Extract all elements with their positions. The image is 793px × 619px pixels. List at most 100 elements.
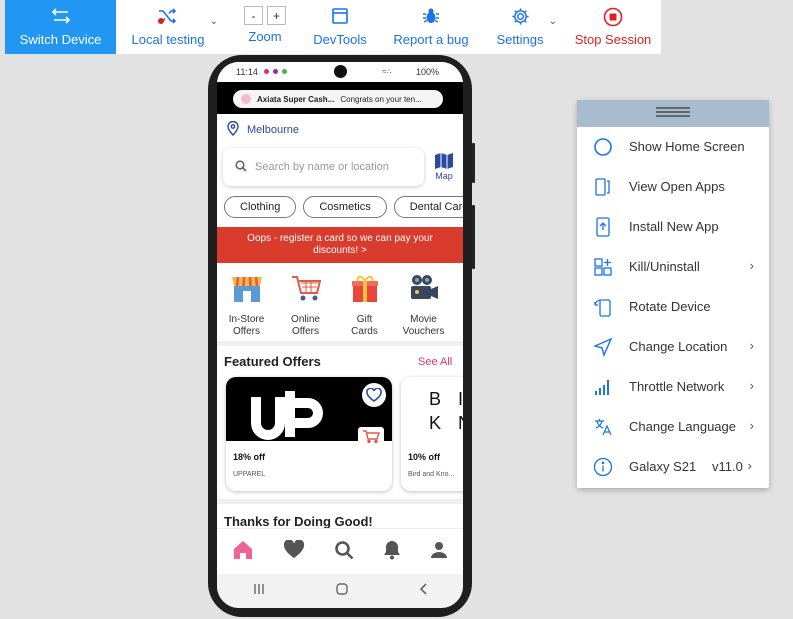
menu-item-kill-uninstall[interactable]: Kill/Uninstall ›: [577, 247, 769, 287]
offer-card-bird-and-knoll[interactable]: B I K N 10% off Bird and Kno...: [401, 377, 463, 491]
devtools-button[interactable]: DevTools: [304, 0, 376, 54]
gear-icon: [511, 7, 530, 27]
info-icon: [593, 457, 613, 477]
register-card-banner[interactable]: Oops - register a card so we can pay you…: [217, 227, 463, 263]
menu-item-install-new-app[interactable]: Install New App: [577, 207, 769, 247]
logo-text-line1: B I: [429, 389, 463, 409]
menu-item-device-info[interactable]: Galaxy S21 v11.0 ›: [577, 447, 769, 487]
menu-item-rotate-device[interactable]: Rotate Device: [577, 287, 769, 327]
category-label-line2: Vouchers: [402, 326, 445, 337]
recent-apps-icon[interactable]: [252, 582, 266, 600]
search-icon[interactable]: [334, 540, 354, 565]
menu-item-show-home-screen[interactable]: Show Home Screen: [577, 127, 769, 167]
featured-offers-heading: Featured Offers: [224, 354, 321, 369]
notification-dot-icon: [264, 69, 269, 74]
menu-item-change-language[interactable]: Change Language ›: [577, 407, 769, 447]
category-label-line1: Gift: [356, 314, 373, 325]
menu-item-label: Install New App: [629, 219, 719, 234]
local-testing-label: Local testing: [131, 32, 205, 47]
device-menu: Show Home Screen View Open Apps Install …: [577, 100, 769, 488]
switch-device-button[interactable]: Switch Device: [5, 0, 116, 54]
zoom-control: - + Zoom: [226, 0, 304, 54]
chip-clothing[interactable]: Clothing: [224, 196, 297, 218]
chevron-right-icon: ›: [749, 338, 754, 353]
category-label-line2: Offers: [232, 326, 261, 337]
settings-button[interactable]: Settings ⌄: [485, 0, 557, 54]
switch-arrows-icon: [51, 7, 71, 27]
phone-side-button: [472, 143, 475, 183]
chevron-right-icon: ›: [749, 418, 754, 433]
open-apps-icon: [593, 177, 613, 197]
profile-icon[interactable]: [430, 541, 448, 564]
local-testing-button[interactable]: Local testing ⌄: [120, 0, 218, 54]
home-button-icon[interactable]: [335, 582, 349, 601]
location-arrow-icon: [593, 337, 613, 357]
category-label-line1: Movie: [410, 314, 437, 325]
location-label: Melbourne: [247, 124, 299, 136]
heart-icon[interactable]: [362, 383, 386, 407]
store-icon: [217, 273, 276, 306]
location-selector[interactable]: Melbourne: [227, 120, 299, 139]
bottom-navigation: [217, 528, 463, 575]
menu-item-throttle-network[interactable]: Throttle Network ›: [577, 367, 769, 407]
menu-item-label: Kill/Uninstall: [629, 259, 700, 274]
wifi-signal-icon: ≈∴: [382, 67, 392, 76]
shopping-cart-icon: [276, 273, 335, 306]
menu-drag-handle[interactable]: [577, 100, 769, 127]
signal-icon: [593, 377, 613, 397]
rotate-icon: [593, 297, 613, 317]
drag-handle-icon: [655, 105, 691, 123]
chevron-down-icon[interactable]: ⌄: [549, 16, 557, 27]
shuffle-icon: [157, 7, 179, 27]
menu-item-label: Throttle Network: [629, 379, 725, 394]
report-bug-label: Report a bug: [393, 32, 469, 47]
home-circle-icon: [593, 137, 613, 157]
report-bug-button[interactable]: Report a bug: [381, 0, 481, 54]
logo-text-line2: K N: [429, 413, 463, 433]
menu-item-change-location[interactable]: Change Location ›: [577, 327, 769, 367]
chevron-right-icon: ›: [747, 458, 752, 473]
menu-item-label: Change Language: [629, 419, 736, 434]
bell-icon[interactable]: [383, 540, 401, 565]
menu-item-view-open-apps[interactable]: View Open Apps: [577, 167, 769, 207]
notification-toast[interactable]: Axiata Super Cash... Congrats on your te…: [233, 90, 443, 108]
category-movie-vouchers[interactable]: Movie Vouchers: [394, 273, 453, 338]
phone-screen[interactable]: 11:14 ≈∴ 100% Axiata Super Cash... Congr…: [217, 62, 463, 608]
banner-text-line1: Oops - register a card so we can pay you…: [247, 233, 433, 244]
stop-session-button[interactable]: Stop Session: [565, 0, 661, 54]
search-input[interactable]: Search by name or location: [223, 148, 424, 186]
section-divider: [217, 499, 463, 504]
offer-brand: UPPAREL: [233, 471, 266, 478]
home-icon[interactable]: [232, 540, 254, 565]
notification-dot-icon: [273, 69, 278, 74]
back-icon[interactable]: [418, 582, 428, 601]
category-in-store-offers[interactable]: In-Store Offers: [217, 273, 276, 338]
location-pin-icon: [227, 120, 239, 139]
see-all-link[interactable]: See All: [418, 356, 452, 368]
category-gift-cards[interactable]: Gift Cards: [335, 273, 394, 338]
install-icon: [593, 217, 613, 237]
notification-dot-icon: [282, 69, 287, 74]
android-navigation-bar: [217, 574, 463, 608]
search-icon: [235, 159, 247, 175]
zoom-out-button[interactable]: -: [244, 6, 263, 25]
notification-app-name: Axiata Super Cash...: [257, 94, 335, 104]
chevron-down-icon[interactable]: ⌄: [210, 16, 218, 27]
zoom-in-button[interactable]: +: [267, 6, 286, 25]
top-toolbar: Switch Device Local testing ⌄ - + Zoom D…: [5, 0, 661, 54]
movie-camera-icon: [394, 273, 453, 306]
menu-item-label: View Open Apps: [629, 179, 725, 194]
map-button[interactable]: Map: [431, 151, 457, 181]
offer-card-upparel[interactable]: 18% off UPPAREL: [226, 377, 392, 491]
bird-and-knoll-logo: B I K N: [401, 377, 463, 441]
category-online-offers[interactable]: Online Offers: [276, 273, 335, 338]
chevron-right-icon: ›: [749, 378, 754, 393]
chip-cosmetics[interactable]: Cosmetics: [303, 196, 387, 218]
map-label: Map: [435, 171, 453, 181]
banner-text-line2: discounts! >: [313, 245, 367, 256]
menu-item-label: Change Location: [629, 339, 728, 354]
heart-icon[interactable]: [283, 539, 305, 564]
category-label-line2: Offers: [291, 326, 320, 337]
gift-icon: [335, 273, 394, 306]
chip-dental-care[interactable]: Dental Care: [393, 196, 463, 218]
